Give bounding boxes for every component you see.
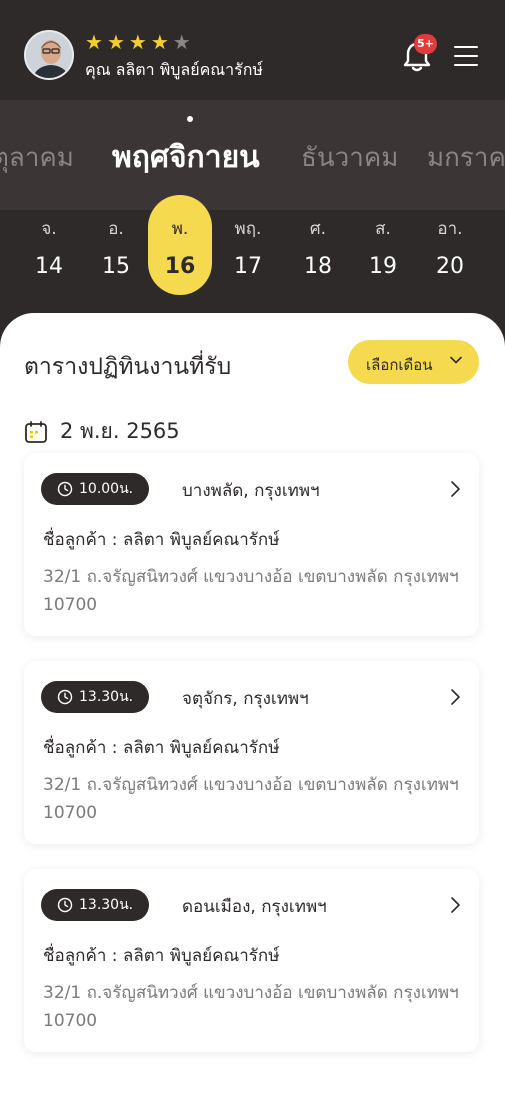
day-item[interactable]: อา. 20 — [418, 195, 482, 295]
selected-month-indicator — [187, 116, 193, 122]
customer-name: ชื่อลูกค้า : ลลิตา พิบูลย์คณารักษ์ — [43, 738, 280, 758]
job-time: 10.00น. — [79, 481, 134, 497]
job-card[interactable]: 10.00น. บางพลัด, กรุงเทพฯ ชื่อลูกค้า : ล… — [24, 453, 479, 636]
avatar[interactable] — [24, 30, 74, 80]
day-date: 18 — [304, 254, 332, 279]
time-pill: 13.30น. — [41, 681, 150, 713]
month-item-selected[interactable]: พฤศจิกายน — [112, 134, 260, 181]
day-date: 16 — [164, 254, 196, 279]
day-date: 14 — [35, 254, 63, 279]
customer-address: 32/1 ถ.จรัญสนิทวงศ์ แขวงบางอ้อ เขตบางพลั… — [43, 775, 459, 823]
user-name: คุณ ลลิตา พิบูลย์คณารักษ์ — [85, 60, 263, 79]
clock-icon — [57, 481, 73, 497]
select-month-label: เลือกเดือน — [366, 356, 433, 374]
chevron-right-icon[interactable] — [450, 895, 462, 915]
month-item[interactable]: มกราคม — [427, 137, 505, 178]
day-item[interactable]: ศ. 18 — [286, 195, 350, 295]
job-time: 13.30น. — [79, 689, 134, 705]
customer-name: ชื่อลูกค้า : ลลิตา พิบูลย์คณารักษ์ — [43, 946, 280, 966]
star-filled-icon: ★ — [106, 30, 125, 54]
customer-address: 32/1 ถ.จรัญสนิทวงศ์ แขวงบางอ้อ เขตบางพลั… — [43, 983, 459, 1031]
day-item[interactable]: ส. 19 — [351, 195, 415, 295]
star-empty-icon: ★ — [172, 30, 191, 54]
notification-badge: 5+ — [414, 34, 437, 54]
date-heading: 2 พ.ย. 2565 — [24, 415, 180, 448]
job-card[interactable]: 13.30น. ดอนเมือง, กรุงเทพฯ ชื่อลูกค้า : … — [24, 869, 479, 1052]
day-date: 19 — [369, 254, 397, 279]
time-pill: 13.30น. — [41, 889, 150, 921]
date-label: 2 พ.ย. 2565 — [60, 419, 180, 443]
customer-address: 32/1 ถ.จรัญสนิทวงศ์ แขวงบางอ้อ เขตบางพลั… — [43, 567, 459, 615]
day-date: 15 — [102, 254, 130, 279]
select-month-button[interactable]: เลือกเดือน — [348, 340, 479, 384]
day-item[interactable]: อ. 15 — [84, 195, 148, 295]
day-date: 20 — [436, 254, 464, 279]
month-item[interactable]: ธันวาคม — [301, 137, 398, 178]
day-name: ศ. — [309, 219, 327, 239]
schedule-sheet: ตารางปฏิทินงานที่รับ เลือกเดือน 2 พ.ย. 2… — [0, 313, 505, 1093]
day-date: 17 — [234, 254, 262, 279]
calendar-icon — [25, 420, 47, 443]
job-card[interactable]: 13.30น. จตุจักร, กรุงเทพฯ ชื่อลูกค้า : ล… — [24, 661, 479, 844]
clock-icon — [57, 689, 73, 705]
top-header: ★ ★ ★ ★ ★ คุณ ลลิตา พิบูลย์คณารักษ์ 5+ — [0, 0, 505, 100]
day-item-selected[interactable]: พ. 16 — [148, 195, 212, 295]
chevron-right-icon[interactable] — [450, 479, 462, 499]
job-location: บางพลัด, กรุงเทพฯ — [182, 481, 320, 501]
day-name: พ. — [171, 219, 189, 239]
day-item[interactable]: จ. 14 — [17, 195, 81, 295]
star-filled-icon: ★ — [128, 30, 147, 54]
day-name: อ. — [108, 219, 124, 239]
day-selector: จ. 14 อ. 15 พ. 16 พฤ. 17 ศ. 18 ส. 19 อา.… — [0, 195, 505, 325]
day-name: พฤ. — [234, 219, 262, 239]
chevron-down-icon — [450, 356, 462, 364]
avatar-image — [26, 32, 72, 78]
star-filled-icon: ★ — [85, 30, 103, 54]
day-name: อา. — [437, 219, 463, 239]
job-location: จตุจักร, กรุงเทพฯ — [182, 689, 309, 709]
schedule-title: ตารางปฏิทินงานที่รับ — [24, 354, 232, 380]
star-filled-icon: ★ — [150, 30, 169, 54]
day-item[interactable]: พฤ. 17 — [216, 195, 280, 295]
day-name: ส. — [375, 219, 391, 239]
hamburger-menu-icon[interactable] — [454, 46, 478, 68]
chevron-right-icon[interactable] — [450, 687, 462, 707]
day-name: จ. — [41, 219, 57, 239]
clock-icon — [57, 897, 73, 913]
job-location: ดอนเมือง, กรุงเทพฯ — [182, 897, 327, 917]
month-item[interactable]: ตุลาคม — [0, 137, 74, 178]
rating-stars: ★ ★ ★ ★ ★ — [85, 31, 191, 53]
job-time: 13.30น. — [79, 897, 134, 913]
customer-name: ชื่อลูกค้า : ลลิตา พิบูลย์คณารักษ์ — [43, 530, 280, 550]
time-pill: 10.00น. — [41, 473, 150, 505]
